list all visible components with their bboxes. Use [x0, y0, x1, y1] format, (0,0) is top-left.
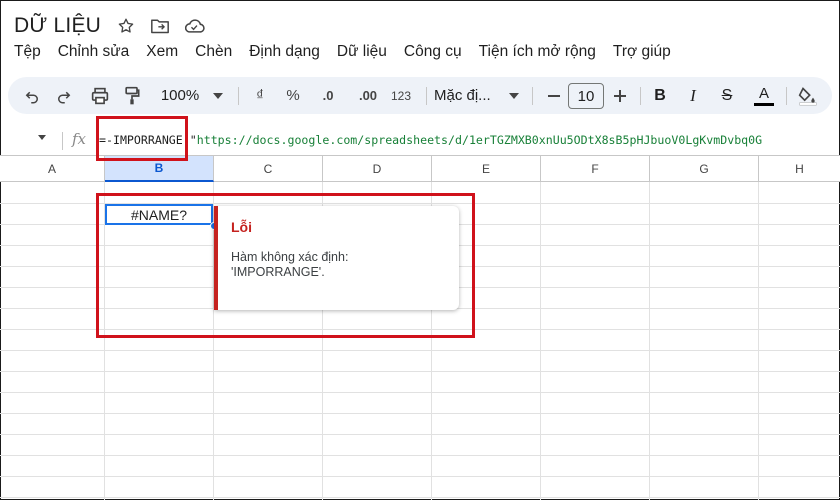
formula-string: https://docs.google.com/spreadsheets/d/1…: [196, 133, 763, 147]
title-row: DỮ LIỆU: [14, 12, 217, 40]
fx-icon: fx: [72, 130, 87, 148]
error-highlight-box: [96, 193, 475, 338]
name-box-chevron-down-icon[interactable]: [38, 135, 46, 140]
column-header-d[interactable]: D: [323, 156, 432, 182]
menu-help[interactable]: Trợ giúp: [613, 43, 671, 61]
redo-icon[interactable]: [50, 77, 78, 114]
text-color-button[interactable]: A: [750, 77, 778, 114]
column-header-e[interactable]: E: [432, 156, 541, 182]
font-chevron-down-icon[interactable]: [506, 77, 522, 114]
toolbar-divider: [786, 87, 787, 105]
zoom-chevron-down-icon[interactable]: [208, 77, 228, 114]
menu-bar: Tệp Chỉnh sửa Xem Chèn Định dạng Dữ liệu…: [14, 43, 688, 61]
cloud-saved-icon[interactable]: [183, 15, 205, 37]
paint-format-icon[interactable]: [118, 77, 146, 114]
decrease-font-size-icon[interactable]: [540, 77, 568, 114]
print-icon[interactable]: [86, 77, 114, 114]
text-color-swatch: [754, 102, 774, 106]
zoom-select[interactable]: 100%: [156, 77, 204, 114]
formula-highlight-box: [96, 116, 188, 161]
bold-button[interactable]: B: [646, 77, 674, 114]
percent-format-button[interactable]: %: [280, 77, 306, 114]
menu-insert[interactable]: Chèn: [195, 43, 232, 61]
grid-row-line: [0, 413, 840, 414]
strikethrough-button[interactable]: S: [713, 77, 741, 114]
increase-font-size-icon[interactable]: [606, 77, 634, 114]
column-header-a[interactable]: A: [0, 156, 105, 182]
grid-row-line: [0, 434, 840, 435]
menu-tools[interactable]: Công cụ: [404, 43, 462, 61]
fill-color-icon[interactable]: [794, 77, 822, 114]
grid-row-line: [0, 371, 840, 372]
menu-data[interactable]: Dữ liệu: [337, 43, 387, 61]
menu-format[interactable]: Định dạng: [249, 43, 320, 61]
formula-input[interactable]: =-IMPORRANGE("https://docs.google.com/sp…: [99, 133, 762, 147]
grid-column-line: [758, 182, 759, 500]
increase-decimal-label: .00: [358, 88, 378, 103]
grid-column-line: [649, 182, 650, 500]
undo-icon[interactable]: [18, 77, 46, 114]
menu-extensions[interactable]: Tiện ích mở rộng: [479, 43, 596, 61]
grid-column-line: [540, 182, 541, 500]
toolbar-divider: [640, 87, 641, 105]
formula-divider: [62, 132, 63, 150]
font-size-input[interactable]: 10: [568, 83, 604, 109]
italic-button[interactable]: I: [679, 77, 707, 114]
document-title[interactable]: DỮ LIỆU: [14, 14, 101, 38]
toolbar-divider: [426, 87, 427, 105]
grid-row-line: [0, 455, 840, 456]
increase-decimal-button[interactable]: .00: [350, 77, 386, 114]
menu-edit[interactable]: Chỉnh sửa: [58, 43, 130, 61]
currency-format-button[interactable]: ₫: [248, 77, 272, 114]
menu-view[interactable]: Xem: [146, 43, 178, 61]
column-header-g[interactable]: G: [650, 156, 759, 182]
font-family-select[interactable]: Mặc đị...: [434, 77, 508, 114]
grid-row-line: [0, 350, 840, 351]
grid-row-line: [0, 392, 840, 393]
move-to-folder-icon[interactable]: [149, 15, 171, 37]
menu-file[interactable]: Tệp: [14, 43, 41, 61]
column-header-f[interactable]: F: [541, 156, 650, 182]
grid-row-line: [0, 476, 840, 477]
decrease-decimal-button[interactable]: .0: [312, 77, 344, 114]
text-color-label: A: [758, 84, 769, 102]
toolbar-divider: [238, 87, 239, 105]
more-formats-button[interactable]: 123: [385, 77, 417, 114]
decrease-decimal-label: .0: [322, 88, 334, 103]
star-icon[interactable]: [115, 15, 137, 37]
column-header-h[interactable]: H: [759, 156, 840, 182]
toolbar-divider: [532, 87, 533, 105]
toolbar: 100% ₫ % .0 .00 123 Mặc đị... 10 B I S A: [8, 77, 832, 114]
grid-row-line: [0, 497, 840, 498]
column-header-c[interactable]: C: [214, 156, 323, 182]
